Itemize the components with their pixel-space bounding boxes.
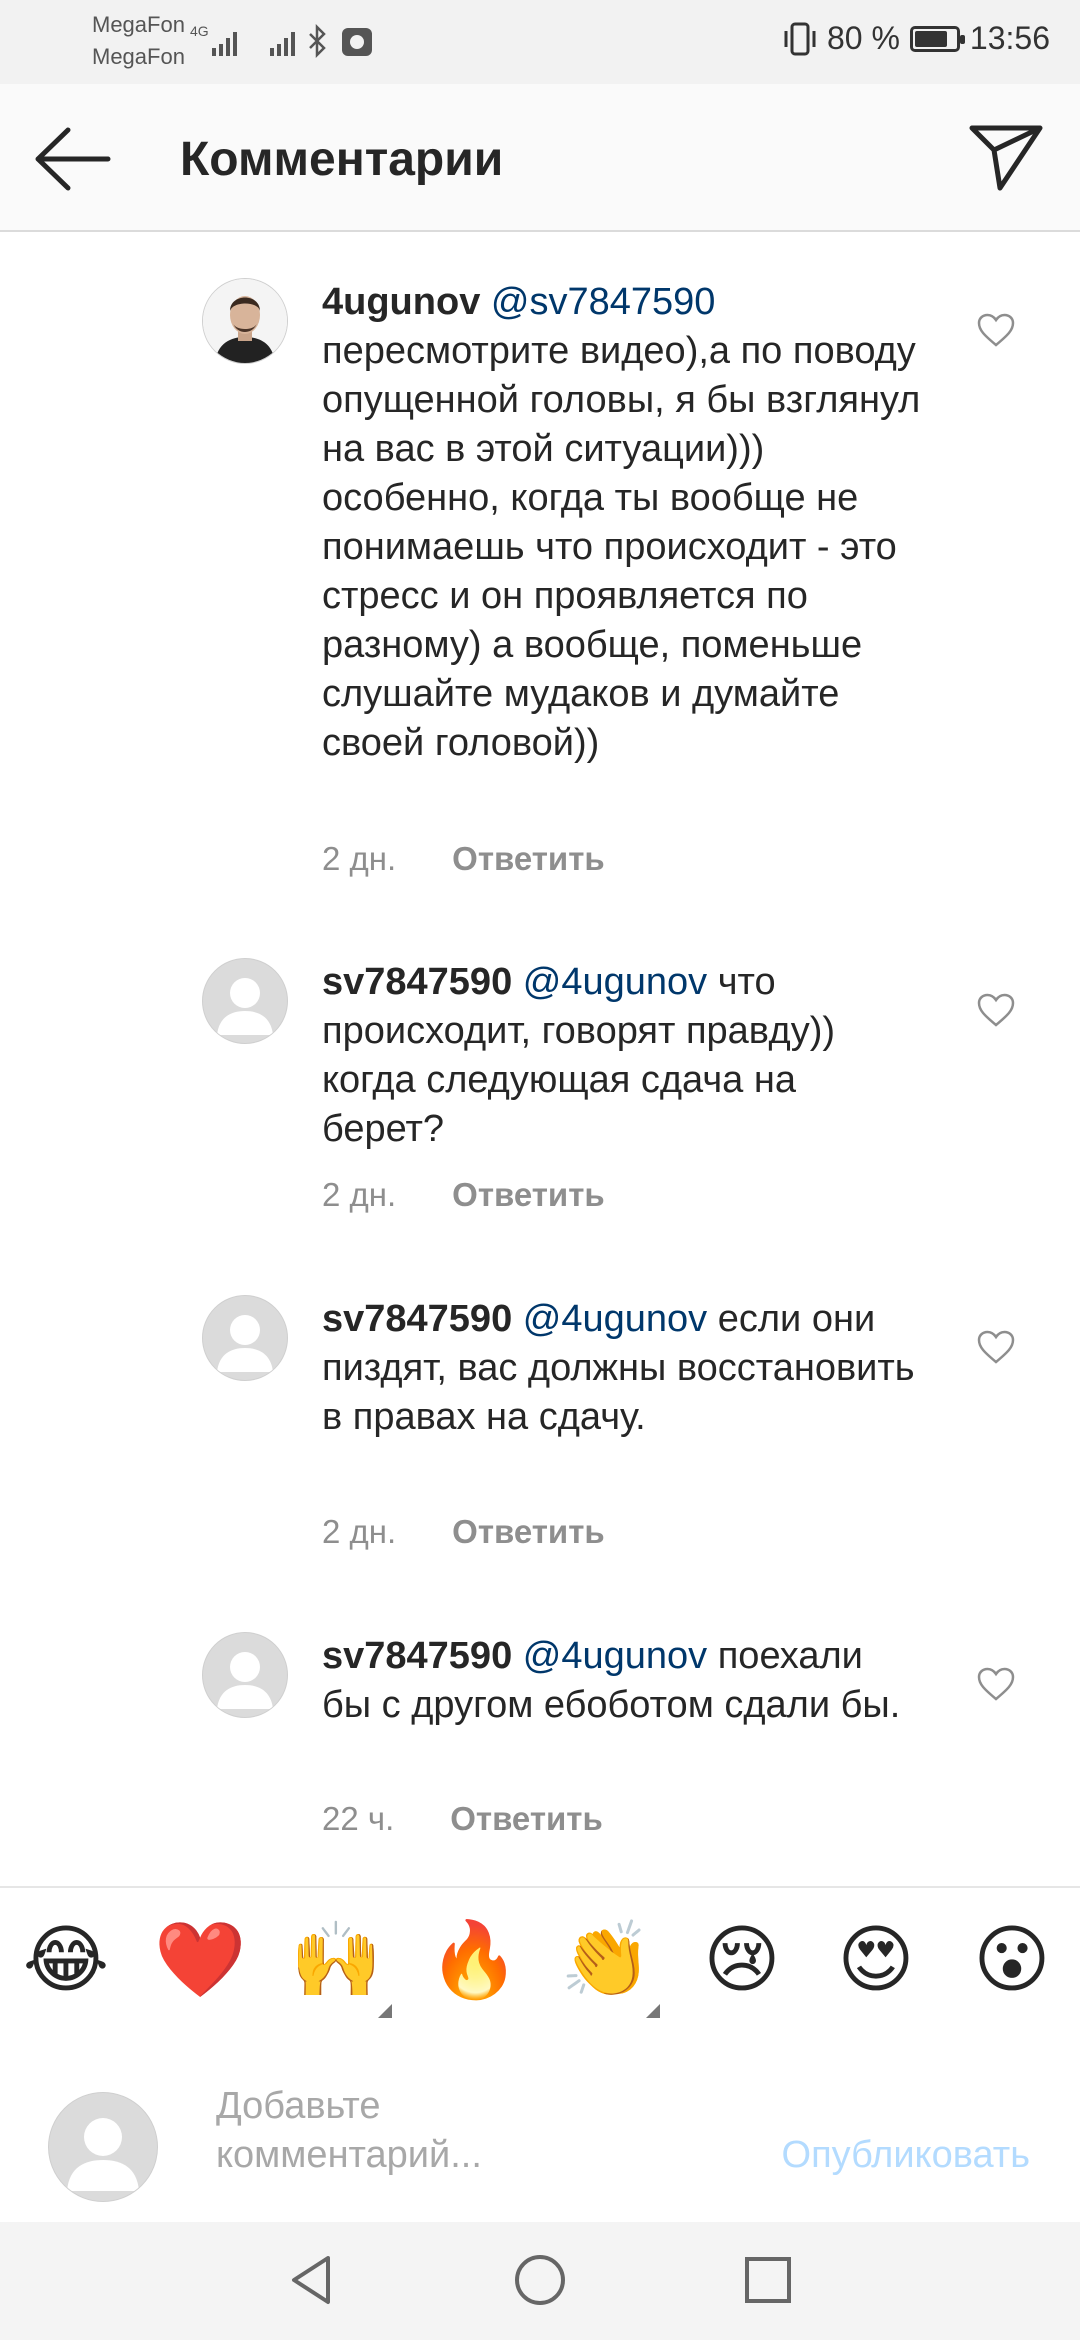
network-icons: 4G [190,18,390,73]
vibrate-icon [784,22,816,55]
user-photo-icon [203,279,287,363]
clock: 13:56 [969,20,1050,56]
comment-username[interactable]: sv7847590 [322,961,512,1003]
emoji-raised-hands-button[interactable]: 🙌 [290,1914,382,2006]
skin-tone-indicator-icon [646,2004,660,2018]
svg-text:4G: 4G [190,23,209,39]
carrier-1: MegaFon [92,12,185,37]
back-button[interactable] [32,124,112,194]
system-nav-bar [0,2222,1080,2340]
emoji-surprised-button[interactable]: 😮 [966,1914,1058,2006]
skin-tone-indicator-icon [378,2004,392,2018]
emoji-cry-button[interactable]: 😢 [696,1914,788,2006]
avatar[interactable] [202,958,288,1044]
comment-time: 22 ч. [322,1800,395,1837]
reply-button[interactable]: Ответить [452,1513,605,1550]
heart-icon[interactable] [976,1329,1016,1365]
default-avatar-icon [217,1652,273,1709]
reply-button[interactable]: Ответить [452,840,605,877]
comment-mention[interactable]: @sv7847590 [491,281,716,323]
battery-percent: 80 % [826,20,900,56]
emoji-laugh-button[interactable]: 😂 [20,1914,112,2006]
heart-icon[interactable] [976,312,1016,348]
emoji-clap-button[interactable]: 👏 [560,1914,652,2006]
emoji-bar: 😂 ❤️ 🙌 🔥 👏 😢 😍 😮 [0,1886,1080,2034]
carrier-2: MegaFon [92,44,185,69]
reply-button[interactable]: Ответить [452,1176,605,1213]
comment-meta: 22 ч. Ответить [322,1800,603,1838]
comment-input[interactable]: Добавьте комментарий... [216,2082,516,2180]
comment-time: 2 дн. [322,840,397,877]
publish-button[interactable]: Опубликовать [782,2134,1030,2177]
comment-time: 2 дн. [322,1513,397,1550]
avatar[interactable] [202,1632,288,1718]
comment-mention[interactable]: @4ugunov [523,1635,707,1677]
comment-text: 4ugunov @sv7847590 пересмотрите видео),а… [322,278,922,768]
avatar[interactable] [202,278,288,364]
nav-recents-icon[interactable] [738,2250,798,2310]
comment-username[interactable]: sv7847590 [322,1635,512,1677]
emoji-heart-button[interactable]: ❤️ [154,1914,246,2006]
comment-text: sv7847590 @4ugunov поехали бы с другом е… [322,1632,922,1730]
battery-icon [909,25,965,52]
comment-username[interactable]: sv7847590 [322,1298,512,1340]
status-right: 80 % 13:56 [783,20,1050,57]
comment-mention[interactable]: @4ugunov [523,961,707,1003]
comment-meta: 2 дн. Ответить [322,1176,605,1214]
comment-list[interactable]: 4ugunov @sv7847590 пересмотрите видео),а… [0,232,1080,1882]
status-bar: MegaFon MegaFon 4G 80 % 13:56 [0,0,1080,84]
nav-home-icon[interactable] [510,2250,570,2310]
default-avatar-icon [217,978,273,1035]
emoji-fire-button[interactable]: 🔥 [428,1914,520,2006]
comment-time: 2 дн. [322,1176,397,1213]
avatar[interactable] [202,1295,288,1381]
default-avatar-icon [67,2118,139,2191]
emoji-heart-eyes-button[interactable]: 😍 [830,1914,922,2006]
comment-meta: 2 дн. Ответить [322,1513,605,1551]
comment-username[interactable]: 4ugunov [322,281,480,323]
paper-plane-icon[interactable] [968,120,1044,196]
reply-button[interactable]: Ответить [450,1800,603,1837]
default-avatar-icon [217,1315,273,1372]
comment-mention[interactable]: @4ugunov [523,1298,707,1340]
header: Комментарии [0,84,1080,232]
signal-icon: 4G [190,23,372,59]
comment-composer: Добавьте комментарий... Опубликовать [0,2032,1080,2222]
comment-meta: 2 дн. Ответить [322,840,605,878]
comment-text: sv7847590 @4ugunov что происходит, говор… [322,958,922,1154]
heart-icon[interactable] [976,1666,1016,1702]
nav-back-icon[interactable] [282,2250,342,2310]
avatar [48,2092,158,2202]
page-title: Комментарии [180,133,504,186]
heart-icon[interactable] [976,992,1016,1028]
comment-body: пересмотрите видео),а по поводу опущенно… [322,330,921,764]
comment-text: sv7847590 @4ugunov если они пиздят, вас … [322,1295,922,1442]
